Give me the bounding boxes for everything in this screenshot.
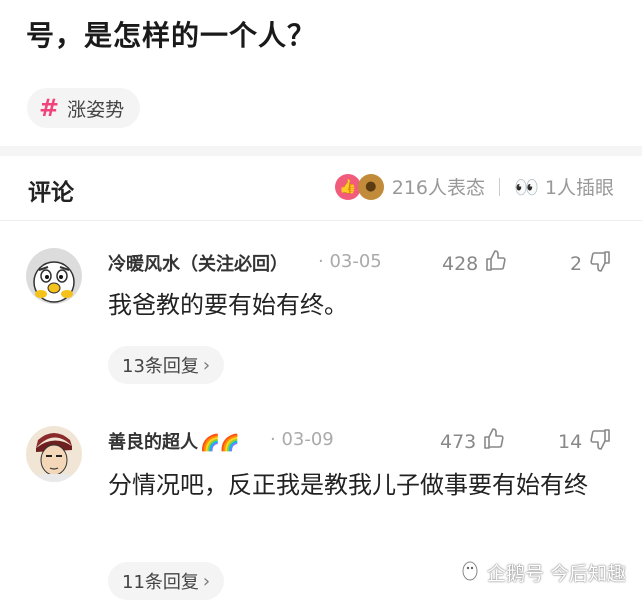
comment-text: 分情况吧，反正我是教我儿子做事要有始有终 xyxy=(108,471,588,499)
view-replies-button[interactable]: 13条回复 › xyxy=(108,346,225,384)
like-count: 473 xyxy=(440,430,477,453)
chevron-right-icon: › xyxy=(202,354,211,376)
watermark: 企鹅号 今后知趣 xyxy=(459,559,626,586)
insert-eye-count: 1人插眼 xyxy=(544,177,614,199)
replies-label: 11条回复 xyxy=(122,572,199,593)
like-button[interactable]: 473 xyxy=(440,427,506,456)
section-divider xyxy=(0,146,642,156)
chevron-right-icon: › xyxy=(202,570,211,592)
comment-username[interactable]: 冷暖风水（关注必回） xyxy=(108,250,288,276)
cartoon-chick-avatar[interactable] xyxy=(26,248,82,304)
thumb-down-icon xyxy=(588,249,612,278)
view-replies-button[interactable]: 11条回复 › xyxy=(108,562,225,600)
rainbow-emoji-icon: 🌈🌈 xyxy=(200,433,240,452)
comment-date: · 03-09 xyxy=(270,429,334,450)
dislike-count: 2 xyxy=(570,252,583,275)
post-title: 号，是怎样的一个人？ xyxy=(26,19,317,52)
comment-username-text: 善良的超人 xyxy=(108,432,198,453)
dislike-count: 14 xyxy=(558,430,583,453)
like-button[interactable]: 428 xyxy=(442,249,508,278)
penguin-logo-icon xyxy=(459,559,481,586)
comment-username[interactable]: 善良的超人 🌈🌈 xyxy=(108,428,240,454)
dog-emoji-icon: ● xyxy=(357,173,384,200)
comment-text: 我爸教的要有始有终。 xyxy=(108,291,348,319)
reactions-summary[interactable]: 👍 ● 216人表态 👀 1人插眼 xyxy=(334,173,614,200)
header-separator xyxy=(499,177,500,196)
like-emoji-icon: 👍 xyxy=(334,173,361,200)
reaction-count: 216人表态 xyxy=(391,177,485,199)
header-divider xyxy=(0,220,642,221)
replies-label: 13条回复 xyxy=(122,356,199,377)
comments-title: 评论 xyxy=(28,180,74,206)
watermark-text: 企鹅号 今后知趣 xyxy=(486,563,626,585)
topic-tag-label: 涨姿势 xyxy=(67,98,125,121)
comments-header: 评论 👍 ● 216人表态 👀 1人插眼 xyxy=(0,156,642,220)
anime-character-avatar[interactable] xyxy=(26,426,82,482)
thumb-up-icon xyxy=(484,249,508,278)
like-count: 428 xyxy=(442,252,479,275)
comment-date: · 03-05 xyxy=(318,251,382,272)
hash-icon: # xyxy=(39,94,60,122)
thumb-up-icon xyxy=(482,427,506,456)
thumb-down-icon xyxy=(588,427,612,456)
topic-tag[interactable]: # 涨姿势 xyxy=(27,88,141,128)
eyes-icon: 👀 xyxy=(514,174,539,199)
dislike-button[interactable]: 2 xyxy=(570,249,612,278)
dislike-button[interactable]: 14 xyxy=(558,427,612,456)
